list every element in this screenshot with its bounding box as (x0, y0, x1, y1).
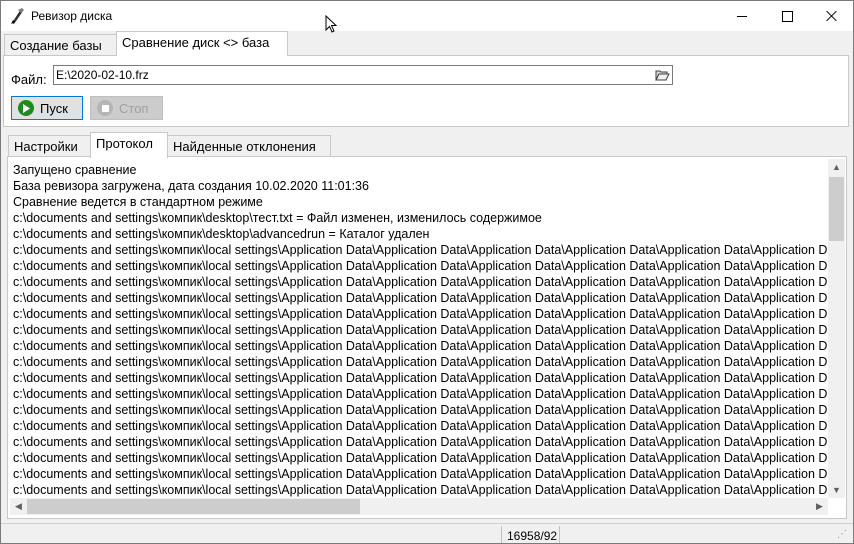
title-bar[interactable]: Ревизор диска (1, 1, 853, 31)
tab-label: Сравнение диск <> база (122, 35, 270, 50)
app-window: Ревизор диска Создание базы Сравнение ди… (0, 0, 854, 544)
log-line: c:\documents and settings\компик\local s… (13, 307, 828, 321)
log-line: c:\documents and settings\компик\local s… (13, 371, 828, 385)
status-divider (501, 526, 502, 543)
log-line: c:\documents and settings\компик\local s… (13, 483, 828, 497)
log-line: c:\documents and settings\компик\local s… (13, 435, 828, 449)
quill-pen-icon (11, 8, 24, 24)
file-path-value: E:\2020-02-10.frz (56, 68, 149, 82)
maximize-button[interactable] (764, 1, 810, 31)
tab-settings[interactable]: Настройки (8, 135, 91, 157)
stop-button-label: Стоп (119, 100, 149, 116)
window-title: Ревизор диска (31, 9, 113, 23)
play-icon (18, 100, 34, 116)
log-line: c:\documents and settings\компик\desktop… (13, 227, 430, 241)
browse-file-button[interactable] (653, 67, 671, 83)
log-line: c:\documents and settings\компик\local s… (13, 323, 828, 337)
log-line: c:\documents and settings\компик\local s… (13, 355, 828, 369)
folder-open-icon (654, 70, 670, 81)
vertical-scroll-thumb[interactable] (829, 177, 844, 241)
log-line: c:\documents and settings\компик\local s… (13, 275, 828, 289)
stop-icon (97, 100, 113, 116)
status-bar (1, 523, 853, 543)
mouse-cursor-icon (325, 15, 337, 33)
minimize-button[interactable] (719, 1, 765, 31)
tab-label: Настройки (14, 139, 78, 154)
log-line: c:\documents and settings\компик\local s… (13, 387, 828, 401)
log-line: Сравнение ведется в стандартном режиме (13, 195, 263, 209)
status-count: 16958/92 (507, 529, 558, 543)
resize-grip-icon[interactable]: ⋰ (837, 529, 847, 540)
log-line: c:\documents and settings\компик\local s… (13, 467, 828, 481)
minimize-icon (737, 15, 747, 17)
scroll-up-icon[interactable]: ▲ (828, 162, 845, 172)
status-divider (559, 526, 560, 543)
scroll-right-icon[interactable]: ▶ (811, 501, 828, 512)
tab-create-database[interactable]: Создание базы (4, 34, 117, 56)
tab-label: Создание базы (10, 38, 102, 53)
stop-button[interactable]: Стоп (90, 96, 163, 120)
tab-label: Найденные отклонения (173, 139, 316, 154)
file-path-input[interactable]: E:\2020-02-10.frz (53, 65, 673, 85)
close-icon (826, 10, 838, 22)
log-line: c:\documents and settings\компик\local s… (13, 291, 828, 305)
tab-compare-disk-database[interactable]: Сравнение диск <> база (116, 31, 288, 56)
log-line: c:\documents and settings\компик\local s… (13, 259, 828, 273)
horizontal-scrollbar[interactable]: ◀ ▶ (10, 498, 828, 515)
log-line: c:\documents and settings\компик\local s… (13, 451, 828, 465)
start-button[interactable]: Пуск (11, 96, 83, 120)
vertical-scrollbar[interactable]: ▲ ▼ (828, 159, 845, 498)
maximize-icon (781, 10, 793, 22)
close-button[interactable] (809, 1, 853, 31)
scroll-down-icon[interactable]: ▼ (828, 485, 845, 495)
protocol-log[interactable]: Запущено сравнение База ревизора загруже… (10, 159, 828, 498)
log-line: c:\documents and settings\компик\local s… (13, 243, 828, 257)
log-line: c:\documents and settings\компик\local s… (13, 339, 828, 353)
log-line: c:\documents and settings\компик\desktop… (13, 211, 542, 225)
file-label: Файл: (11, 72, 47, 87)
tab-protocol[interactable]: Протокол (90, 132, 168, 158)
scroll-left-icon[interactable]: ◀ (10, 501, 27, 512)
log-line: c:\documents and settings\компик\local s… (13, 419, 828, 433)
log-line: База ревизора загружена, дата создания 1… (13, 179, 369, 193)
start-button-label: Пуск (40, 100, 68, 116)
horizontal-scroll-thumb[interactable] (27, 499, 360, 514)
log-line: Запущено сравнение (13, 163, 137, 177)
tab-label: Протокол (96, 136, 153, 151)
tab-found-deviations[interactable]: Найденные отклонения (167, 135, 331, 157)
log-line: c:\documents and settings\компик\local s… (13, 403, 828, 417)
